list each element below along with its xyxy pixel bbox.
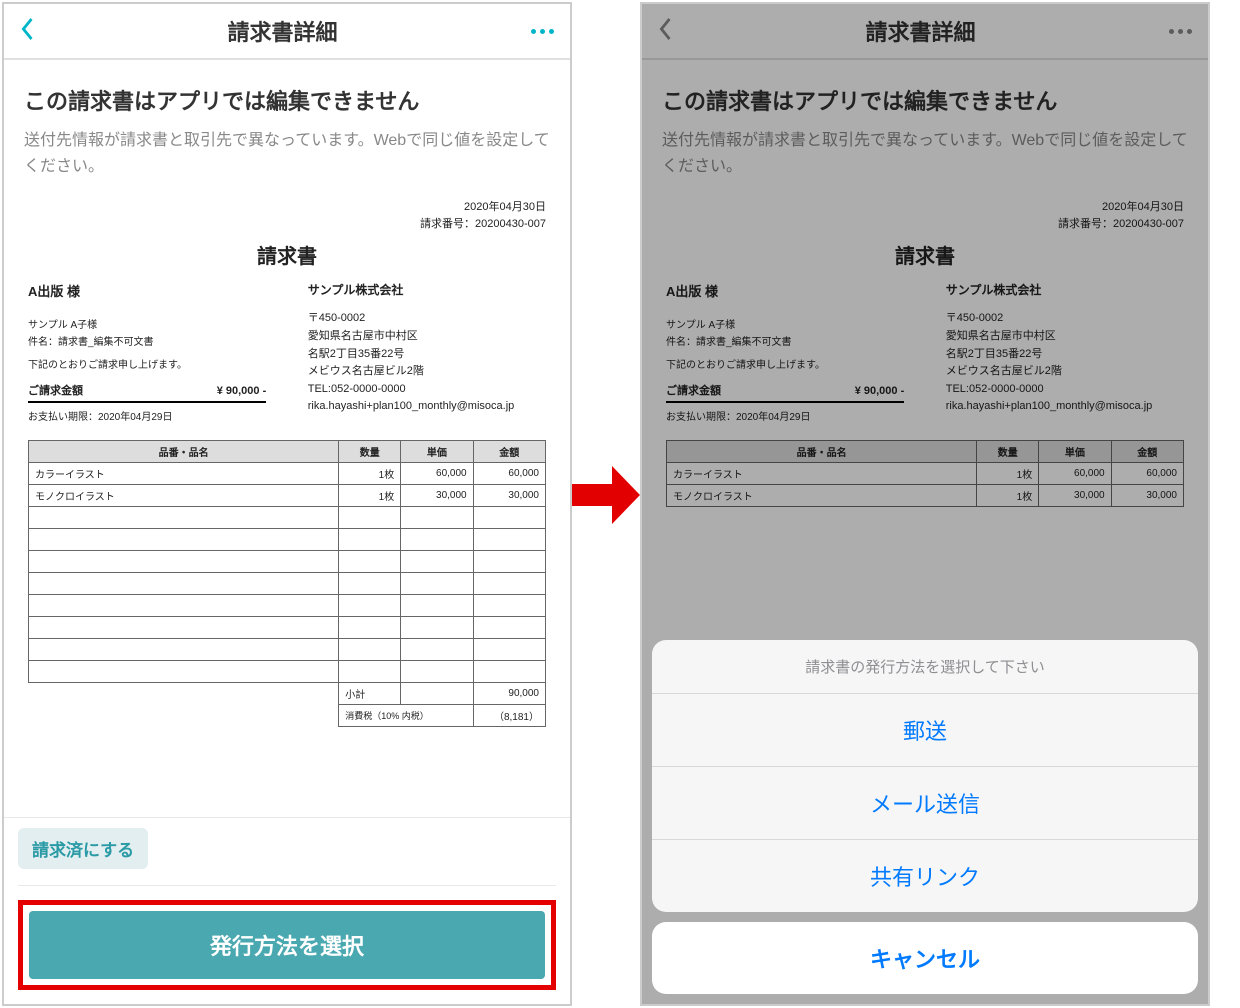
table-row: モノクロイラスト1枚30,00030,000 bbox=[29, 484, 546, 506]
invoice-title: 請求書 bbox=[28, 240, 546, 269]
intro-text: 下記のとおりご請求申し上げます。 bbox=[28, 357, 266, 374]
screen-after: 請求書詳細 この請求書はアプリでは編集できません 送付先情報が請求書と取引先で異… bbox=[640, 2, 1210, 1006]
items-table: 品番・品名 数量 単価 金額 カラーイラスト1枚60,00060,000モノクロ… bbox=[28, 440, 546, 727]
table-row: カラーイラスト1枚60,00060,000 bbox=[29, 462, 546, 484]
invoice-preview: 2020年04月30日 請求番号：20200430-007 請求書 A出版 様 … bbox=[28, 199, 546, 727]
footer-bar: 請求済にする 発行方法を選択 bbox=[4, 817, 570, 1004]
table-row bbox=[29, 506, 546, 528]
sheet-title: 請求書の発行方法を選択して下さい bbox=[652, 640, 1198, 694]
client-name: A出版 様 bbox=[28, 281, 266, 303]
primary-cta-highlight: 発行方法を選択 bbox=[18, 900, 556, 990]
action-sheet: 請求書の発行方法を選択して下さい 郵送 メール送信 共有リンク キャンセル bbox=[652, 640, 1198, 994]
arrow-icon bbox=[570, 440, 642, 550]
postal: 〒450-0002 bbox=[308, 310, 546, 328]
table-row bbox=[29, 638, 546, 660]
screen-before: 請求書詳細 この請求書はアプリでは編集できません 送付先情報が請求書と取引先で異… bbox=[2, 2, 572, 1006]
subtotal-row: 小計 90,000 bbox=[29, 682, 546, 704]
col-name: 品番・品名 bbox=[29, 440, 339, 462]
warning-title: この請求書はアプリでは編集できません bbox=[24, 84, 550, 116]
items-body: カラーイラスト1枚60,00060,000モノクロイラスト1枚30,00030,… bbox=[29, 462, 546, 682]
tax-row: 消費税（10% 内税） （8,181） bbox=[29, 704, 546, 726]
addr2: 名駅2丁目35番22号 bbox=[308, 346, 546, 364]
warning-text: 送付先情報が請求書と取引先で異なっています。Webで同じ値を設定してください。 bbox=[24, 128, 550, 179]
table-row bbox=[29, 528, 546, 550]
table-row bbox=[29, 550, 546, 572]
tel: TEL:052-0000-0000 bbox=[308, 381, 546, 399]
page-title: 請求書詳細 bbox=[227, 15, 337, 47]
col-qty: 数量 bbox=[339, 440, 401, 462]
email: rika.hayashi+plan100_monthly@misoca.jp bbox=[308, 398, 546, 416]
due-date: お支払い期限：2020年04月29日 bbox=[28, 409, 266, 426]
addr3: メビウス名古屋ビル2階 bbox=[308, 363, 546, 381]
table-row bbox=[29, 660, 546, 682]
invoice-date: 2020年04月30日 bbox=[28, 199, 546, 216]
table-row bbox=[29, 572, 546, 594]
col-unit: 単価 bbox=[401, 440, 473, 462]
subject: 件名：請求書_編集不可文書 bbox=[28, 334, 266, 351]
option-email[interactable]: メール送信 bbox=[652, 767, 1198, 840]
select-issue-method-button[interactable]: 発行方法を選択 bbox=[29, 911, 545, 979]
col-amt: 金額 bbox=[473, 440, 545, 462]
warning-block: この請求書はアプリでは編集できません 送付先情報が請求書と取引先で異なっています… bbox=[4, 60, 570, 199]
table-row bbox=[29, 594, 546, 616]
contact-name: サンプル A子様 bbox=[28, 317, 266, 334]
option-share-link[interactable]: 共有リンク bbox=[652, 840, 1198, 912]
addr1: 愛知県名古屋市中村区 bbox=[308, 328, 546, 346]
chevron-left-icon bbox=[21, 17, 34, 41]
total-amount-row: ご請求金額 ¥ 90,000 - bbox=[28, 382, 266, 403]
supplier-name: サンプル株式会社 bbox=[308, 281, 546, 300]
option-mail[interactable]: 郵送 bbox=[652, 694, 1198, 767]
invoice-number: 請求番号：20200430-007 bbox=[28, 216, 546, 233]
back-button[interactable] bbox=[20, 17, 34, 46]
sheet-cancel-button[interactable]: キャンセル bbox=[652, 922, 1198, 994]
table-row bbox=[29, 616, 546, 638]
more-button[interactable] bbox=[531, 29, 554, 34]
invoice-meta: 2020年04月30日 請求番号：20200430-007 bbox=[28, 199, 546, 232]
mark-invoiced-button[interactable]: 請求済にする bbox=[18, 828, 148, 869]
header-bar: 請求書詳細 bbox=[4, 4, 570, 60]
